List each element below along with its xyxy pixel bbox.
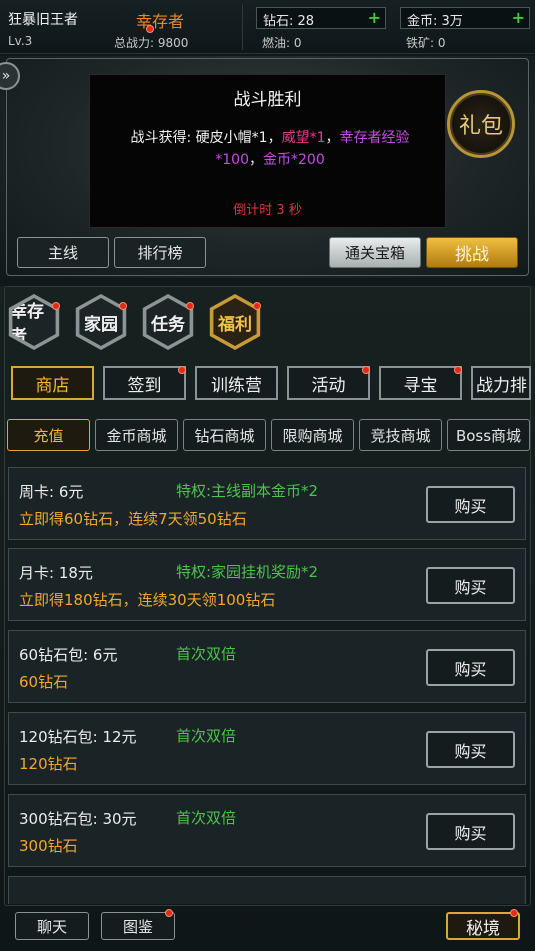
tab-home-label: 家园 — [79, 298, 123, 346]
product-card: 60钻石包: 6元 首次双倍 60钻石 购买 — [8, 630, 526, 703]
codex-button[interactable]: 图鉴 — [101, 912, 175, 940]
product-desc: 300钻石 — [19, 837, 78, 855]
welfare-notification-dot — [253, 302, 261, 310]
product-perk: 首次双倍 — [176, 809, 237, 827]
gift-pack-button[interactable]: 礼包 — [447, 90, 515, 158]
treasure-notification-dot — [454, 366, 462, 374]
reward-prestige: 威望*1 — [281, 130, 326, 146]
product-name: 月卡: 18元 — [19, 564, 93, 582]
main-quest-button[interactable]: 主线 — [17, 237, 109, 268]
diamond-counter: 钻石: 28 + — [256, 7, 386, 29]
product-name: 周卡: 6元 — [19, 483, 84, 501]
buy-button[interactable]: 购买 — [426, 567, 515, 604]
product-perk: 特权:主线副本金币*2 — [176, 482, 319, 500]
battle-scene: » 战斗胜利 战斗获得: 硬皮小帽*1，威望*1，幸存者经验*100，金币*20… — [0, 56, 535, 278]
shoptab-arena-mall[interactable]: 竞技商城 — [359, 419, 442, 451]
subtab-treasure[interactable]: 寻宝 — [379, 366, 462, 400]
home-notification-dot — [119, 302, 127, 310]
gold-value: 金币: 3万 — [407, 14, 463, 29]
checkin-notification-dot — [178, 366, 186, 374]
shoptab-gold-mall[interactable]: 金币商城 — [95, 419, 178, 451]
player-name: 狂暴旧王者 — [8, 12, 78, 28]
product-desc: 立即得180钻石，连续30天领100钻石 — [19, 591, 276, 609]
player-role[interactable]: 幸存者 — [136, 8, 184, 32]
main-panel: 幸存者 家园 任务 福利 商店 签到 训练营 活动 寻宝 战力排 充值 金币商城… — [0, 286, 535, 951]
victory-title: 战斗胜利 — [233, 90, 302, 110]
buy-button[interactable]: 购买 — [426, 813, 515, 850]
product-perk: 首次双倍 — [176, 645, 237, 663]
subtab-power-rank[interactable]: 战力排 — [471, 366, 531, 400]
product-card: 月卡: 18元 特权:家园挂机奖励*2 立即得180钻石，连续30天领100钻石… — [8, 548, 526, 621]
top-status-bar: 狂暴旧王者 Lv.3 幸存者 总战力: 9800 钻石: 28 + 燃油: 0 … — [0, 0, 535, 54]
chat-button[interactable]: 聊天 — [15, 912, 89, 940]
rewards-separator: ， — [325, 130, 340, 146]
fuel-value: 燃油: 0 — [262, 36, 302, 50]
product-card-partial — [8, 876, 526, 904]
shoptab-recharge[interactable]: 充值 — [7, 419, 90, 451]
leaderboard-button[interactable]: 排行榜 — [114, 237, 206, 268]
product-name: 120钻石包: 12元 — [19, 728, 137, 746]
product-card: 300钻石包: 30元 首次双倍 300钻石 购买 — [8, 794, 526, 867]
iron-value: 铁矿: 0 — [406, 36, 446, 50]
tab-tasks-label: 任务 — [146, 298, 190, 346]
survivor-notification-dot — [52, 302, 60, 310]
product-card: 120钻石包: 12元 首次双倍 120钻石 购买 — [8, 712, 526, 785]
buy-button[interactable]: 购买 — [426, 649, 515, 686]
divider — [242, 4, 243, 50]
subtab-training[interactable]: 训练营 — [195, 366, 278, 400]
shoptab-boss-mall[interactable]: Boss商城 — [447, 419, 530, 451]
clear-chest-button[interactable]: 通关宝箱 — [329, 237, 421, 268]
rewards-prefix: 战斗获得: 硬皮小帽*1， — [130, 130, 282, 146]
gold-counter: 金币: 3万 + — [400, 7, 530, 29]
product-desc: 立即得60钻石，连续7天领50钻石 — [19, 510, 247, 528]
codex-notification-dot — [165, 909, 173, 917]
product-name: 60钻石包: 6元 — [19, 646, 118, 664]
total-power: 总战力: 9800 — [114, 36, 189, 50]
product-perk: 特权:家园挂机奖励*2 — [176, 563, 319, 581]
rewards-separator: ， — [249, 152, 263, 168]
shoptab-limited-mall[interactable]: 限购商城 — [271, 419, 354, 451]
subtab-events[interactable]: 活动 — [287, 366, 370, 400]
secret-realm-button[interactable]: 秘境 — [446, 912, 520, 940]
buy-button[interactable]: 购买 — [426, 486, 515, 523]
tab-welfare-label: 福利 — [213, 298, 257, 346]
add-diamond-button[interactable]: + — [368, 8, 381, 27]
product-perk: 首次双倍 — [176, 727, 237, 745]
add-gold-button[interactable]: + — [512, 8, 525, 27]
buy-button[interactable]: 购买 — [426, 731, 515, 768]
challenge-button[interactable]: 挑战 — [426, 237, 518, 268]
tab-survivor-label: 幸存者 — [12, 298, 56, 346]
player-level: Lv.3 — [8, 34, 33, 48]
product-card: 周卡: 6元 特权:主线副本金币*2 立即得60钻石，连续7天领50钻石 购买 — [8, 467, 526, 540]
subtab-checkin[interactable]: 签到 — [103, 366, 186, 400]
shoptab-diamond-mall[interactable]: 钻石商城 — [183, 419, 266, 451]
product-desc: 60钻石 — [19, 673, 69, 691]
product-desc: 120钻石 — [19, 755, 78, 773]
product-name: 300钻石包: 30元 — [19, 810, 137, 828]
tasks-notification-dot — [186, 302, 194, 310]
events-notification-dot — [362, 366, 370, 374]
diamond-value: 钻石: 28 — [263, 14, 315, 29]
victory-dialog: 战斗胜利 战斗获得: 硬皮小帽*1，威望*1，幸存者经验*100，金币*200 … — [89, 74, 446, 228]
battle-rewards: 战斗获得: 硬皮小帽*1，威望*1，幸存者经验*100，金币*200 — [110, 127, 430, 171]
reward-gold: 金币*200 — [263, 152, 325, 168]
role-notification-dot — [146, 25, 154, 33]
secret-realm-notification-dot — [510, 909, 518, 917]
countdown-text: 倒计时 3 秒 — [233, 203, 302, 218]
subtab-shop[interactable]: 商店 — [11, 366, 94, 400]
